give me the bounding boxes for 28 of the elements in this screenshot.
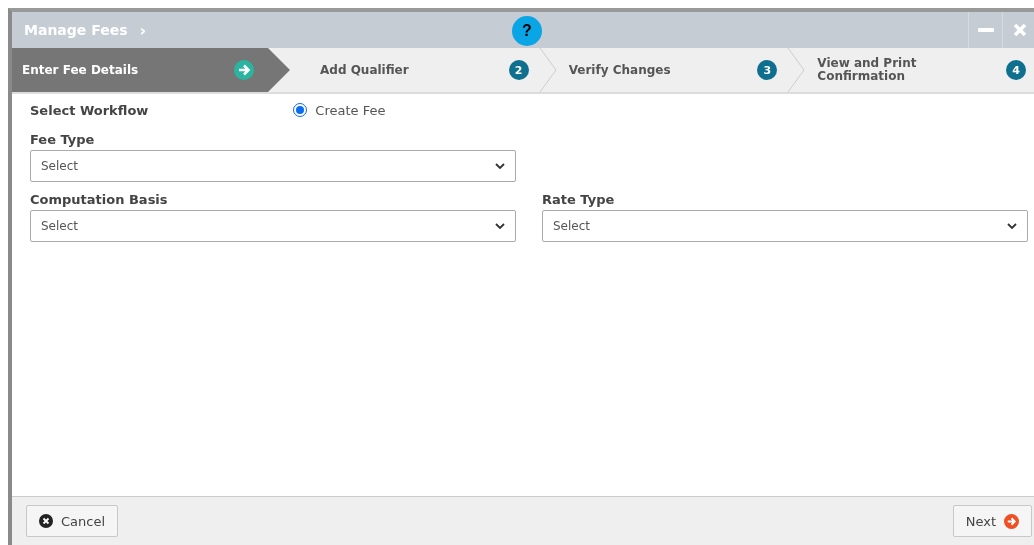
wizard-step[interactable]: Add Qualifier 2 (290, 48, 539, 92)
select-field[interactable]: Select (542, 210, 1028, 242)
help-button[interactable]: ? (512, 16, 542, 46)
wizard-step[interactable]: View and Print Confirmation 4 (787, 48, 1034, 92)
field-label: Select Workflow (30, 102, 149, 118)
next-button[interactable]: Next (952, 505, 1032, 537)
wizard-step[interactable]: Verify Changes 3 (538, 48, 788, 92)
close-icon (1012, 23, 1027, 37)
step-number: 4 (1006, 60, 1026, 80)
field-label: Computation Basis (30, 192, 169, 207)
cancel-button[interactable]: Cancel (26, 505, 119, 537)
create-fee-radio[interactable]: Create Fee (293, 102, 386, 118)
field-label: Fee Type (30, 132, 96, 147)
select-field[interactable]: Select (30, 150, 516, 182)
breadcrumb-chevron: › (139, 20, 147, 40)
dialog-title: Manage Fees (24, 22, 128, 38)
minimize-icon (977, 28, 994, 32)
step-number: 2 (508, 60, 529, 80)
arrow-right-icon (234, 60, 254, 80)
step-number: 3 (757, 60, 778, 80)
chevron-down-icon (495, 223, 505, 229)
field-label: Rate Type (542, 192, 616, 207)
wizard-step[interactable]: Enter Fee Details (12, 48, 290, 92)
select-field[interactable]: Select (30, 210, 516, 242)
chevron-down-icon (495, 163, 505, 169)
chevron-down-icon (1007, 223, 1017, 229)
arrow-right-icon (1004, 513, 1019, 529)
close-circle-icon (39, 514, 53, 528)
